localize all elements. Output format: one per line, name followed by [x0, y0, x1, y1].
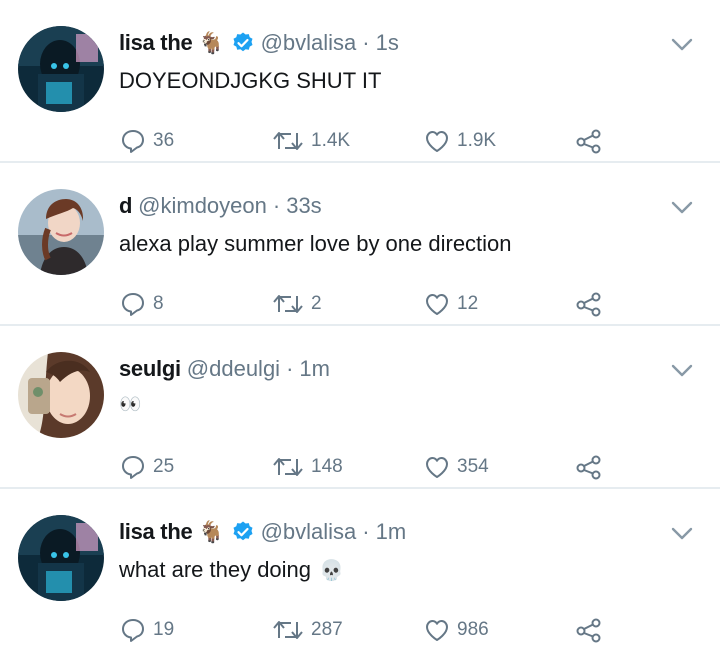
- like-count: 12: [457, 293, 479, 314]
- retweet-icon: [273, 458, 303, 476]
- share-icon: [576, 129, 601, 154]
- like-icon: [426, 620, 448, 641]
- share-icon: [576, 618, 601, 643]
- timestamp[interactable]: 1m: [376, 519, 407, 545]
- retweet-icon: [273, 295, 303, 313]
- retweet-icon: [273, 132, 303, 150]
- share-icon: [576, 455, 601, 480]
- display-name[interactable]: lisa the: [119, 519, 193, 545]
- like-icon: [426, 131, 448, 152]
- retweet-button[interactable]: 287: [271, 615, 343, 645]
- reply-button[interactable]: 19: [119, 615, 174, 645]
- display-name[interactable]: lisa the: [119, 30, 193, 56]
- tweet-actions: 19 287 986: [119, 615, 619, 645]
- retweet-count: 1.4K: [311, 130, 351, 151]
- avatar[interactable]: [18, 26, 104, 112]
- reply-icon: [122, 130, 144, 153]
- reply-count: 36: [153, 130, 175, 151]
- handle[interactable]: @ddeulgi: [187, 356, 280, 382]
- tweet-item[interactable]: d @kimdoyeon · 33s alexa play summer lov…: [0, 163, 720, 326]
- like-count: 354: [457, 456, 489, 477]
- share-button[interactable]: [575, 615, 603, 645]
- display-name[interactable]: d: [119, 193, 132, 219]
- tweet-item[interactable]: lisa the 🐐 @bvlalisa · 1s DOYEONDJGKG SH…: [0, 0, 720, 163]
- tweet-header: d @kimdoyeon · 33s: [119, 191, 322, 221]
- retweet-icon: [273, 621, 303, 639]
- reply-icon: [122, 619, 144, 642]
- like-count: 1.9K: [457, 130, 497, 151]
- avatar[interactable]: [18, 515, 104, 601]
- tweet-actions: 8 2 12: [119, 289, 619, 319]
- separator-dot: ·: [286, 356, 294, 381]
- separator-dot: ·: [272, 193, 281, 218]
- chevron-down-icon[interactable]: [670, 36, 694, 52]
- reply-icon: [122, 456, 144, 479]
- separator-dot: ·: [362, 30, 370, 55]
- share-button[interactable]: [575, 126, 603, 156]
- tweet-header: lisa the 🐐 @bvlalisa · 1m: [119, 517, 406, 547]
- tweet-header: lisa the 🐐 @bvlalisa · 1s: [119, 28, 399, 58]
- skull-emoji: 💀: [319, 558, 344, 582]
- goat-emoji: 🐐: [198, 30, 225, 55]
- retweet-count: 2: [311, 293, 322, 314]
- retweet-button[interactable]: 148: [271, 452, 343, 482]
- timestamp[interactable]: 1s: [376, 30, 399, 56]
- tweet-actions: 36 1.4K 1.9K: [119, 126, 619, 156]
- tweet-text: alexa play summer love by one direction: [119, 231, 512, 257]
- chevron-down-icon[interactable]: [670, 199, 694, 215]
- verified-badge-icon: [233, 32, 253, 52]
- tweet-text-content: DOYEONDJGKG SHUT IT: [119, 68, 382, 93]
- goat-emoji: 🐐: [198, 519, 225, 544]
- share-button[interactable]: [575, 289, 603, 319]
- handle[interactable]: @bvlalisa: [261, 519, 357, 545]
- tweet-text: what are they doing 💀: [119, 557, 344, 583]
- eyes-emoji: 👀: [119, 394, 143, 415]
- handle[interactable]: @bvlalisa: [261, 30, 357, 56]
- reply-button[interactable]: 8: [119, 289, 164, 319]
- avatar[interactable]: [18, 189, 104, 275]
- like-button[interactable]: 354: [423, 452, 489, 482]
- avatar[interactable]: [18, 352, 104, 438]
- timestamp[interactable]: 33s: [286, 193, 321, 219]
- tweet-actions: 25 148 354: [119, 452, 619, 482]
- share-icon: [576, 292, 601, 317]
- verified-badge-icon: [233, 521, 253, 541]
- like-icon: [426, 457, 448, 478]
- reply-count: 8: [153, 293, 164, 314]
- reply-icon: [122, 293, 144, 316]
- tweet-text-content: what are they doing: [119, 557, 312, 582]
- tweet-text-content: alexa play summer love by one direction: [119, 231, 512, 256]
- chevron-down-icon[interactable]: [670, 362, 694, 378]
- tweet-header: seulgi @ddeulgi · 1m: [119, 354, 330, 384]
- like-button[interactable]: 1.9K: [423, 126, 496, 156]
- retweet-count: 148: [311, 456, 343, 477]
- tweet-item[interactable]: lisa the 🐐 @bvlalisa · 1m what are they …: [0, 489, 720, 653]
- timestamp[interactable]: 1m: [299, 356, 330, 382]
- share-button[interactable]: [575, 452, 603, 482]
- tweet-item[interactable]: seulgi @ddeulgi · 1m 👀 25 148 354: [0, 326, 720, 489]
- like-count: 986: [457, 619, 489, 640]
- retweet-button[interactable]: 1.4K: [271, 126, 350, 156]
- like-icon: [426, 294, 448, 315]
- reply-button[interactable]: 25: [119, 452, 174, 482]
- reply-button[interactable]: 36: [119, 126, 174, 156]
- tweet-feed: lisa the 🐐 @bvlalisa · 1s DOYEONDJGKG SH…: [0, 0, 720, 653]
- chevron-down-icon[interactable]: [670, 525, 694, 541]
- reply-count: 25: [153, 456, 175, 477]
- like-button[interactable]: 12: [423, 289, 478, 319]
- separator-dot: ·: [362, 519, 370, 544]
- tweet-text: 👀: [119, 394, 142, 415]
- handle[interactable]: @kimdoyeon: [138, 193, 267, 219]
- like-button[interactable]: 986: [423, 615, 489, 645]
- retweet-count: 287: [311, 619, 343, 640]
- retweet-button[interactable]: 2: [271, 289, 322, 319]
- tweet-text: DOYEONDJGKG SHUT IT: [119, 68, 381, 94]
- reply-count: 19: [153, 619, 175, 640]
- display-name[interactable]: seulgi: [119, 356, 181, 382]
